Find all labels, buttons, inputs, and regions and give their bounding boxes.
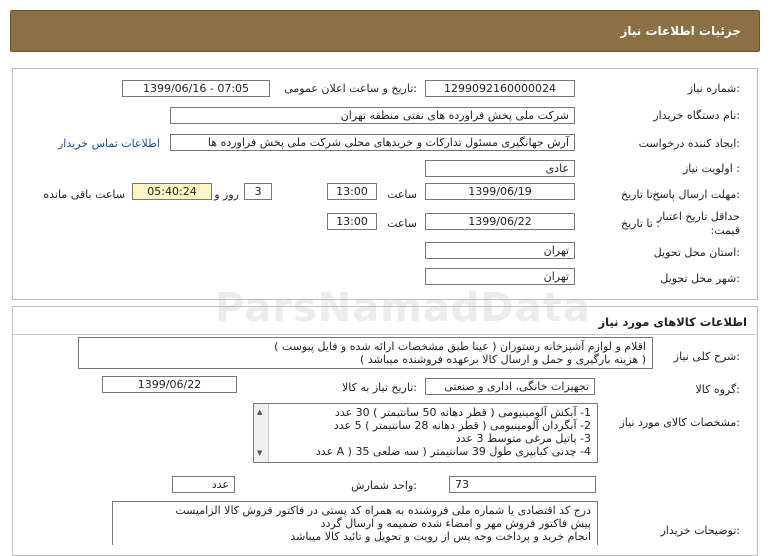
spec-line: 3- پاتیل مرغی متوسط 3 عدد [455,432,591,445]
validity-time-label: ساعت [387,217,417,230]
goods-section-title: اطلاعات کالاهای مورد نیاز [598,315,747,329]
remaining-time-label: ساعت باقی مانده [43,188,125,201]
buyer-notes-label: توضیحات خریدار: [660,524,741,537]
deadline-time-field[interactable]: 13:00 [327,183,377,200]
summary-label: شرح کلی نیاز: [673,350,740,363]
validity-time-field[interactable]: 13:00 [327,213,377,230]
summary-field[interactable]: اقلام و لوازم آشپزخانه رستوران ( عینا طب… [78,337,653,369]
buyer-note-line: انجام خرید و پرداخت وجه پس از رویت و تحو… [290,530,591,543]
spec-line: 4- چدنی کبابپزی طول 39 سانتیمتر ( سه ضلع… [315,445,591,458]
need-info-section [12,68,758,300]
specs-scrollbar[interactable]: ▲ ▼ [254,404,269,462]
scroll-up-icon[interactable]: ▲ [257,406,262,419]
summary-line: اقلام و لوازم آشپزخانه رستوران ( عینا طب… [274,340,646,353]
buyer-note-line: درج کد اقتصادی یا شماره ملی فروشنده به ه… [175,504,591,517]
deadline-to-date-label: تا تاریخ : [621,188,660,201]
need-date-label: تاریخ نیاز به کالا: [342,381,417,394]
unit-label: واحد شمارش: [351,479,417,492]
spec-line: 2- آبگردان آلومینیومی ( قطر دهانه 28 سان… [333,419,591,432]
validity-to-date-label: تا تاریخ : [621,217,660,230]
goods-group-label: گروه کالا: [695,383,740,396]
need-number-field[interactable]: 1299092160000024 [425,80,575,97]
city-label: شهر محل تحویل: [660,272,740,285]
buyer-note-line: پیش فاکتور فروش مهر و امضاء شده ضمیمه و … [320,517,591,530]
validity-date-field[interactable]: 1399/06/22 [425,213,575,230]
specs-field[interactable]: 1- آبکش آلومینیومی ( قطر دهانه 50 سانتیم… [253,403,598,463]
priority-label: اولویت نیاز : [682,162,740,175]
page-header: جزئیات اطلاعات نیاز [10,10,760,52]
buyer-field[interactable]: شرکت ملی پخش فراورده های نفتی منطقه تهرا… [170,107,575,124]
province-field[interactable]: تهران [425,242,575,259]
announce-field[interactable]: 1399/06/16 - 07:05 [122,80,270,97]
buyer-contact-link[interactable]: اطلاعات تماس خریدار [58,137,160,150]
scroll-down-icon[interactable]: ▼ [257,447,262,460]
buyer-notes-field[interactable]: درج کد اقتصادی یا شماره ملی فروشنده به ه… [112,501,598,545]
days-remaining-field: 3 [244,183,272,200]
page-title: جزئیات اطلاعات نیاز [620,24,741,38]
goods-group-field[interactable]: تجهیزات خانگی، اداری و صنعتی [425,378,595,395]
validity-label: حداقل تاریخ اعتبار قیمت: [656,210,740,237]
count-field[interactable]: 73 [449,476,596,493]
buyer-label: نام دستگاه خریدار: [653,109,740,122]
need-date-field[interactable]: 1399/06/22 [102,376,237,393]
need-number-label: شماره نیاز: [687,82,740,95]
days-label: روز و [214,188,239,201]
priority-field[interactable]: عادی [425,160,575,177]
deadline-label: مهلت ارسال پاسخ: [652,188,740,201]
specs-label: مشخصات کالای مورد نیاز: [619,416,740,429]
unit-field[interactable]: عدد [172,476,235,493]
deadline-time-label: ساعت [387,188,417,201]
summary-line: ( هزینه بارگیری و حمل و ارسال کالا برعهد… [360,353,646,366]
creator-label: ایجاد کننده درخواست: [638,137,740,150]
creator-field[interactable]: آرش جهانگیری مسئول تدارکات و خریدهای محل… [170,134,575,151]
deadline-date-field[interactable]: 1399/06/19 [425,183,575,200]
remaining-time-field: 05:40:24 [132,183,212,200]
province-label: استان محل تحویل: [653,246,740,259]
goods-section-divider [13,334,757,335]
spec-line: 1- آبکش آلومینیومی ( قطر دهانه 50 سانتیم… [334,406,591,419]
announce-label: تاریخ و ساعت اعلان عمومی: [284,82,417,95]
city-field[interactable]: تهران [425,268,575,285]
